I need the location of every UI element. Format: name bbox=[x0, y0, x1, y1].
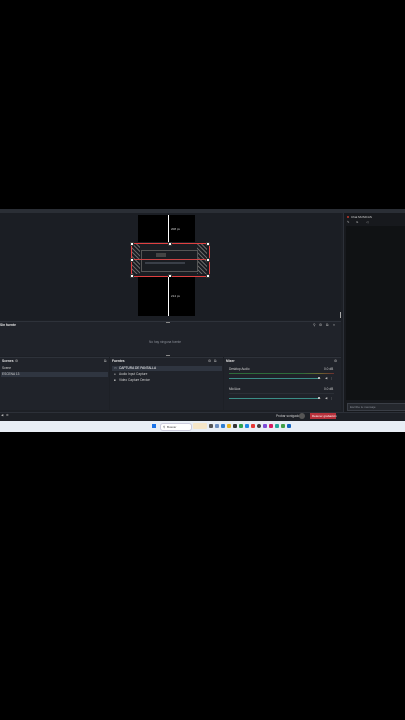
bottom-guide-line bbox=[168, 277, 169, 316]
purple-app-icon[interactable] bbox=[263, 424, 267, 428]
blue-app-icon[interactable] bbox=[245, 424, 249, 428]
filters-empty-text: No hay ninguna fuente bbox=[149, 340, 182, 344]
bottom-guide-label: 214 px bbox=[171, 294, 181, 298]
taskbar-search[interactable]: ⚲ Buscar bbox=[160, 423, 192, 431]
taskbar-search-placeholder: Buscar bbox=[167, 424, 177, 429]
scenes-panel bbox=[0, 357, 109, 410]
resize-handle-t[interactable] bbox=[168, 242, 172, 246]
source-item[interactable]: ■ Video Capture Device bbox=[112, 378, 222, 383]
mixer-channel-level: 0.0 dB bbox=[324, 367, 334, 371]
sources-panel bbox=[110, 357, 223, 410]
chat-input[interactable]: Escribe tu mensaje bbox=[347, 403, 405, 411]
top-guide-line bbox=[168, 215, 169, 242]
mixer-settings-icon[interactable]: ⚙ bbox=[334, 359, 337, 363]
canvas-top-region bbox=[138, 215, 195, 242]
chat-app-icon[interactable] bbox=[215, 424, 219, 428]
teal-app-icon[interactable] bbox=[275, 424, 279, 428]
resize-handle-br[interactable] bbox=[206, 274, 210, 278]
windows-start-icon[interactable] bbox=[152, 424, 156, 428]
resize-handle-bl[interactable] bbox=[130, 274, 134, 278]
monitor-icon: ▭ bbox=[114, 366, 117, 370]
mixer-channel-name: Mic/Aux bbox=[229, 387, 241, 391]
scene-item-selected[interactable]: ESCENA 13 bbox=[1, 372, 108, 377]
center-guide bbox=[131, 259, 208, 260]
stop-recording-label: Detener grabación bbox=[312, 414, 337, 418]
resize-handle-r[interactable] bbox=[206, 258, 210, 262]
filters-close-icon[interactable]: × bbox=[333, 323, 335, 327]
instagram-icon[interactable] bbox=[269, 424, 273, 428]
scene-item-label: ESCENA 13 bbox=[2, 372, 20, 376]
canvas-bottom-region bbox=[138, 277, 195, 316]
pencil-icon[interactable]: ✎ bbox=[347, 220, 350, 224]
red-app-icon[interactable] bbox=[251, 424, 255, 428]
speaker-icon[interactable]: ◀ bbox=[325, 396, 327, 400]
preview-splitter[interactable] bbox=[340, 312, 341, 318]
green-app-icon[interactable] bbox=[239, 424, 243, 428]
top-guide-label: 208 px bbox=[171, 227, 181, 231]
microphone-icon: ● bbox=[114, 372, 116, 376]
back-icon[interactable]: ◀ bbox=[1, 413, 3, 417]
thumbnail-bar bbox=[145, 262, 185, 264]
chat-input-placeholder: Escribe tu mensaje bbox=[350, 404, 376, 409]
live-dot-icon bbox=[347, 216, 349, 218]
gear-icon[interactable]: ⚙ bbox=[6, 413, 9, 417]
share-icon[interactable]: ◁ bbox=[366, 220, 368, 224]
filter-icon[interactable]: ⚲ bbox=[313, 323, 316, 327]
properties-icon[interactable]: ⚙ bbox=[319, 323, 322, 327]
cursor-icon[interactable]: ➤ bbox=[356, 220, 359, 224]
source-item-label: Video Capture Device bbox=[119, 378, 150, 382]
volume-meter bbox=[229, 373, 334, 374]
scenes-title: Scenes bbox=[2, 359, 14, 363]
dock-grip[interactable] bbox=[166, 322, 170, 323]
scene-item[interactable]: Scene bbox=[1, 366, 108, 371]
store-icon[interactable] bbox=[233, 424, 237, 428]
avatar[interactable] bbox=[299, 413, 305, 419]
volume-meter bbox=[229, 393, 334, 394]
resize-handle-l[interactable] bbox=[130, 258, 134, 262]
mixer-channel-name: Desktop Audio bbox=[229, 367, 250, 371]
camera-icon: ■ bbox=[114, 378, 116, 382]
chat-messages bbox=[346, 226, 405, 400]
scenes-settings-icon[interactable]: ⚙ bbox=[15, 359, 18, 363]
taskbar-widget[interactable] bbox=[193, 423, 207, 429]
volume-slider-fill bbox=[229, 378, 319, 379]
filters-panel bbox=[0, 321, 341, 356]
thumbnail-window bbox=[156, 253, 166, 257]
search-icon: ⚲ bbox=[163, 424, 166, 429]
scene-item-label: Scene bbox=[2, 366, 12, 370]
taskview-icon[interactable] bbox=[209, 424, 213, 428]
stop-recording-button[interactable]: Detener grabación bbox=[310, 413, 337, 419]
mixer-channel-level: 0.0 dB bbox=[324, 387, 334, 391]
volume-slider-fill bbox=[229, 398, 319, 399]
speaker-icon[interactable]: ◀ bbox=[325, 376, 327, 380]
resize-handle-tl[interactable] bbox=[130, 242, 134, 246]
sources-title: Fuentes bbox=[112, 359, 125, 363]
obs-icon[interactable] bbox=[257, 424, 261, 428]
volume-slider-knob[interactable] bbox=[318, 397, 320, 399]
filters-title: Sin fuente bbox=[0, 323, 16, 327]
edge-icon[interactable] bbox=[221, 424, 225, 428]
source-item-label: Audio Input Capture bbox=[119, 372, 148, 376]
spotify-icon[interactable] bbox=[281, 424, 285, 428]
file-explorer-icon[interactable] bbox=[227, 424, 231, 428]
channel-menu-icon[interactable]: ⋮ bbox=[330, 376, 333, 380]
sources-settings-icon[interactable]: ⚙ bbox=[208, 359, 211, 363]
filters-float-icon[interactable]: ⧉ bbox=[326, 323, 329, 327]
channel-menu-icon[interactable]: ⋮ bbox=[330, 396, 333, 400]
screen-capture-thumbnail bbox=[141, 250, 198, 272]
mixer-title: Mixer bbox=[226, 359, 235, 363]
sources-float-icon[interactable]: ⧉ bbox=[214, 359, 217, 363]
source-item-label: CAPTURA DE PANTALLA bbox=[119, 366, 157, 370]
scenes-float-icon[interactable]: ⧉ bbox=[104, 359, 107, 363]
source-item[interactable]: ● Audio Input Capture bbox=[112, 372, 222, 377]
word-icon[interactable] bbox=[287, 424, 291, 428]
chat-title: Chat MUSICAS bbox=[351, 215, 372, 219]
dock-grip-2[interactable] bbox=[166, 355, 170, 356]
stream-label: Probar sonigado bbox=[276, 414, 300, 418]
mixer-panel bbox=[224, 357, 341, 410]
volume-slider-knob[interactable] bbox=[318, 377, 320, 379]
source-item-selected[interactable]: ▭ CAPTURA DE PANTALLA bbox=[112, 366, 222, 371]
resize-handle-tr[interactable] bbox=[206, 242, 210, 246]
